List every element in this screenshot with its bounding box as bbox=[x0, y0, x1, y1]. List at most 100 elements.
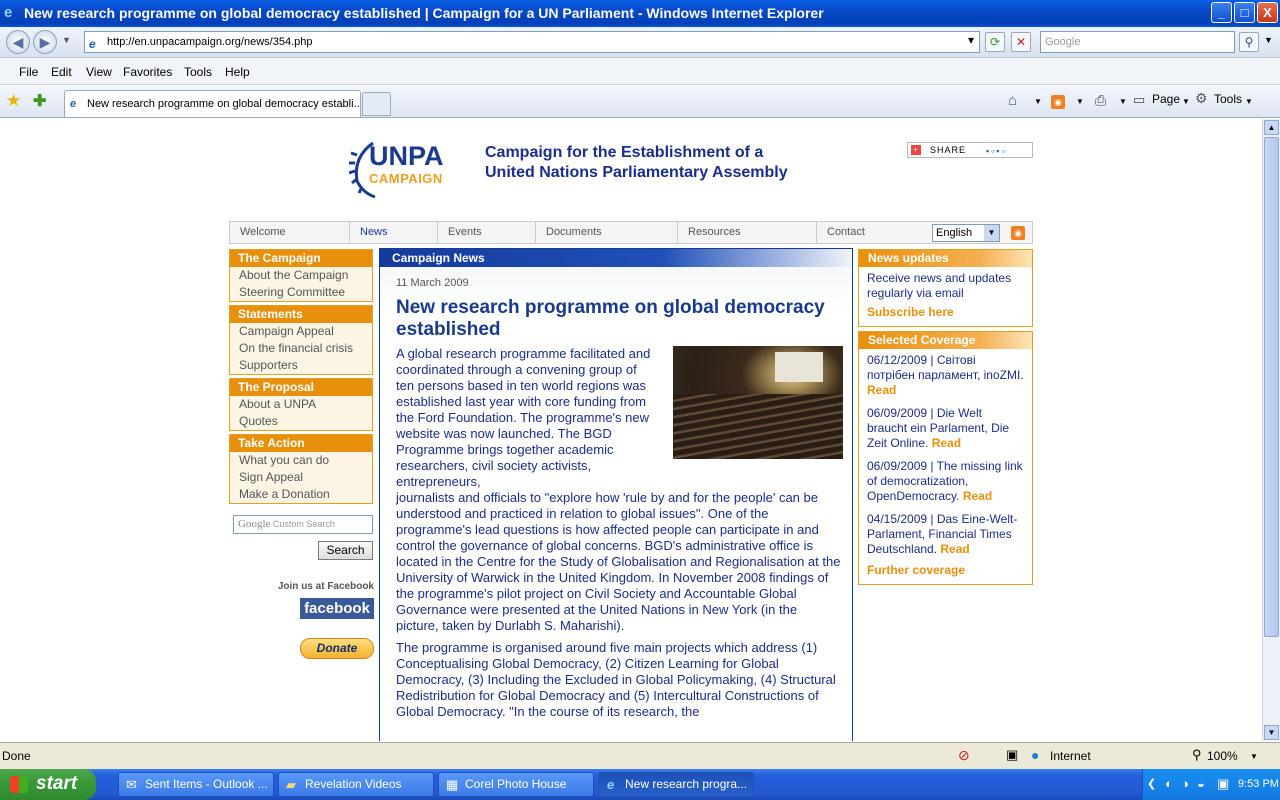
read-link[interactable]: Read bbox=[940, 542, 969, 556]
gear-icon[interactable]: ⚙ bbox=[1195, 90, 1208, 107]
sidebar-item-sign-appeal[interactable]: Sign Appeal bbox=[230, 469, 372, 486]
news-updates-title: News updates bbox=[859, 250, 1032, 267]
menu-bar: File Edit View Favorites Tools Help bbox=[0, 59, 1280, 85]
zoom-icon[interactable]: ⚲ bbox=[1192, 747, 1202, 763]
tray-app-icon[interactable]: ◒ bbox=[1197, 776, 1205, 791]
search-go-icon[interactable]: ⚲ bbox=[1239, 32, 1259, 52]
tray-expand-icon[interactable]: ❮ bbox=[1147, 777, 1156, 790]
sidebar-item-campaign-appeal[interactable]: Campaign Appeal bbox=[230, 323, 372, 340]
sidebar-item-quotes[interactable]: Quotes bbox=[230, 413, 372, 430]
read-link[interactable]: Read bbox=[932, 436, 961, 450]
section-header: Campaign News bbox=[380, 249, 852, 267]
nav-resources[interactable]: Resources bbox=[678, 222, 817, 243]
zoom-dropdown-icon[interactable]: ▼ bbox=[1250, 752, 1258, 761]
home-icon[interactable]: ⌂ bbox=[1008, 92, 1017, 109]
menu-file[interactable]: File bbox=[19, 65, 38, 79]
taskbar-item-ie[interactable]: e New research progra... bbox=[598, 772, 754, 797]
scroll-up-icon[interactable]: ▲ bbox=[1264, 120, 1279, 135]
scroll-down-icon[interactable]: ▼ bbox=[1264, 725, 1279, 740]
favorites-star-icon[interactable]: ★ bbox=[6, 91, 21, 111]
page-dropdown-icon[interactable]: ▼ bbox=[1182, 97, 1190, 106]
menu-help[interactable]: Help bbox=[225, 65, 250, 79]
sidebar-item-steering-committee[interactable]: Steering Committee bbox=[230, 284, 372, 301]
globe-icon: ● bbox=[1031, 747, 1040, 763]
print-icon[interactable]: ⎙ bbox=[1095, 92, 1106, 109]
tools-menu[interactable]: Tools bbox=[1214, 92, 1242, 106]
donate-button[interactable]: Donate bbox=[300, 638, 374, 659]
scroll-thumb[interactable] bbox=[1264, 137, 1279, 637]
tray-monitor-icon[interactable]: ▣ bbox=[1217, 776, 1229, 792]
vertical-scrollbar[interactable]: ▲ ▼ bbox=[1262, 119, 1280, 741]
tab-active[interactable]: e New research programme on global democ… bbox=[64, 90, 361, 117]
language-select[interactable]: English ▼ bbox=[932, 224, 1000, 242]
unpa-logo[interactable]: UNPA CAMPAIGN bbox=[349, 137, 459, 199]
security-zone: Internet bbox=[1050, 749, 1091, 763]
taskbar-item-corel[interactable]: ▦ Corel Photo House bbox=[438, 772, 594, 797]
tab-page-icon: e bbox=[70, 98, 77, 110]
back-button[interactable]: ◀ bbox=[6, 30, 30, 54]
coverage-text: 06/09/2009 | The missing link of democra… bbox=[867, 459, 1023, 503]
start-button[interactable]: start bbox=[0, 769, 96, 800]
sidebar-item-donation[interactable]: Make a Donation bbox=[230, 486, 372, 503]
nav-documents[interactable]: Documents bbox=[536, 222, 678, 243]
custom-search-input[interactable]: Google Custom Search bbox=[233, 515, 373, 534]
coverage-title: Selected Coverage bbox=[859, 332, 1032, 349]
feeds-icon[interactable]: ◉ bbox=[1051, 95, 1065, 109]
subscribe-link[interactable]: Subscribe here bbox=[859, 301, 1032, 325]
sidebar-item-about-campaign[interactable]: About the Campaign bbox=[230, 267, 372, 284]
page-menu-icon[interactable]: ▭ bbox=[1133, 92, 1145, 108]
taskbar-item-outlook[interactable]: ✉ Sent Items - Outlook ... bbox=[118, 772, 274, 797]
tools-dropdown-icon[interactable]: ▼ bbox=[1245, 97, 1253, 106]
rss-icon[interactable]: ◉ bbox=[1011, 226, 1025, 240]
clock[interactable]: 9:53 PM bbox=[1238, 778, 1279, 790]
nav-events[interactable]: Events bbox=[438, 222, 536, 243]
menu-view[interactable]: View bbox=[86, 65, 112, 79]
read-link[interactable]: Read bbox=[963, 489, 992, 503]
window-title: New research programme on global democra… bbox=[24, 5, 824, 21]
home-dropdown-icon[interactable]: ▼ bbox=[1034, 97, 1042, 106]
stop-button[interactable]: ✕ bbox=[1011, 32, 1031, 52]
sidebar-item-about-unpa[interactable]: About a UNPA bbox=[230, 396, 372, 413]
address-input[interactable]: e http://en.unpacampaign.org/news/354.ph… bbox=[84, 31, 980, 53]
coverage-item: 06/12/2009 | Світові потрібен парламент,… bbox=[859, 349, 1032, 402]
nav-news[interactable]: News bbox=[350, 222, 438, 243]
taskbar: start ✉ Sent Items - Outlook ... ▰ Revel… bbox=[0, 769, 1280, 800]
blocked-icon[interactable]: ⊘ bbox=[958, 747, 970, 764]
article-date: 11 March 2009 bbox=[396, 277, 469, 289]
new-tab-button[interactable] bbox=[362, 92, 391, 116]
minimize-button[interactable]: _ bbox=[1211, 2, 1232, 23]
volume-icon[interactable]: ◑ bbox=[1181, 776, 1189, 791]
forward-button[interactable]: ▶ bbox=[33, 30, 57, 54]
zoom-level[interactable]: 100% bbox=[1207, 749, 1238, 763]
facebook-button[interactable]: facebook bbox=[300, 598, 374, 619]
search-options-icon[interactable]: ▼ bbox=[1264, 35, 1273, 45]
add-favorite-icon[interactable]: ✚ bbox=[33, 91, 46, 111]
sidebar-item-what-you-can-do[interactable]: What you can do bbox=[230, 452, 372, 469]
refresh-button[interactable]: ⟳ bbox=[985, 32, 1005, 52]
history-dropdown-icon[interactable]: ▼ bbox=[62, 35, 71, 45]
maximize-button[interactable]: □ bbox=[1234, 2, 1255, 23]
share-button[interactable]: + SHARE ▪▫▪▫ bbox=[907, 142, 1033, 158]
feeds-dropdown-icon[interactable]: ▼ bbox=[1076, 97, 1084, 106]
menu-favorites[interactable]: Favorites bbox=[123, 65, 172, 79]
network-icon[interactable]: ◐ bbox=[1165, 776, 1173, 791]
menu-edit[interactable]: Edit bbox=[51, 65, 72, 79]
read-link[interactable]: Read bbox=[867, 383, 896, 397]
menu-tools[interactable]: Tools bbox=[184, 65, 212, 79]
logo-text: UNPA bbox=[369, 141, 444, 171]
page-menu[interactable]: Page bbox=[1152, 92, 1180, 106]
system-tray: ❮ ◐ ◑ ◒ ▣ 9:53 PM bbox=[1142, 769, 1280, 800]
address-dropdown-icon[interactable]: ▾ bbox=[961, 31, 981, 51]
protected-mode-icon[interactable]: ▣ bbox=[1006, 747, 1018, 763]
nav-contact[interactable]: Contact bbox=[817, 222, 922, 243]
further-coverage-link[interactable]: Further coverage bbox=[859, 561, 1032, 583]
sidebar-item-financial-crisis[interactable]: On the financial crisis bbox=[230, 340, 372, 357]
print-dropdown-icon[interactable]: ▼ bbox=[1119, 97, 1127, 106]
window-title-bar[interactable]: e New research programme on global democ… bbox=[0, 0, 1280, 27]
nav-welcome[interactable]: Welcome bbox=[230, 222, 350, 243]
close-button[interactable]: X bbox=[1257, 2, 1278, 23]
sidebar-item-supporters[interactable]: Supporters bbox=[230, 357, 372, 374]
search-button[interactable]: Search bbox=[318, 541, 373, 560]
search-input[interactable]: Google bbox=[1040, 31, 1235, 53]
taskbar-item-revelation[interactable]: ▰ Revelation Videos bbox=[278, 772, 434, 797]
